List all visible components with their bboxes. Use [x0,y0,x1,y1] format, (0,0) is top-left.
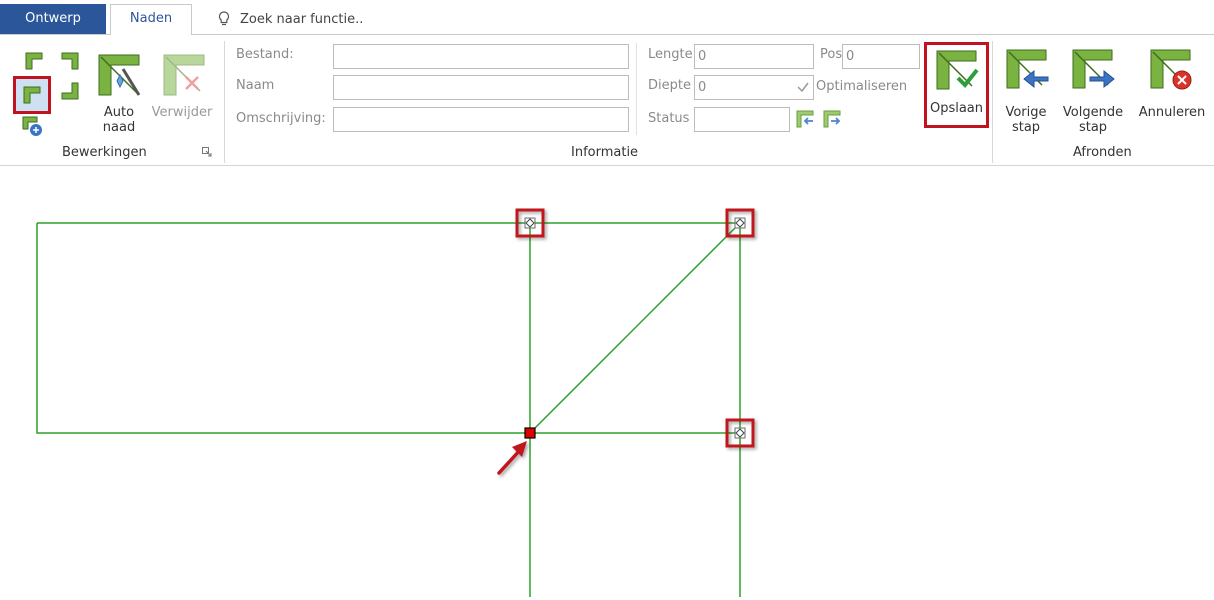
annuleren-label[interactable]: Annuleren [1132,105,1212,120]
seam-line-diagonal [529,222,741,434]
ribbon: Auto naad Verwijder Bewerkingen Bestand:… [0,34,1214,166]
verwijder-label[interactable]: Verwijder [144,105,220,120]
optimaliseren-label: Optimaliseren [816,79,908,94]
search-box[interactable]: Zoek naar functie.. [218,6,363,32]
panel-outline [36,222,741,597]
auto-naad-line1: Auto [103,105,135,120]
lightbulb-icon [218,11,230,26]
search-placeholder: Zoek naar functie.. [240,11,364,27]
auto-seam-icon[interactable] [95,51,143,99]
tab-ontwerp[interactable]: Ontwerp [0,4,106,34]
opslaan-highlight[interactable]: Opslaan [924,42,989,128]
lengte-label: Lengte [648,47,693,62]
ribbon-tabbar: Ontwerp Naden Zoek naar functie.. [0,0,1214,35]
volgende-line2: stap [1078,120,1108,135]
corner-seam-tl-icon[interactable] [24,51,44,71]
diepte-label: Diepte [648,78,691,93]
seam-drawing [36,208,755,597]
lengte-field[interactable]: 0 [694,44,814,69]
tab-naden[interactable]: Naden [110,4,192,35]
positie-field[interactable]: 0 [842,44,920,69]
volgende-stap-label[interactable]: Volgende stap [1057,105,1129,135]
bestand-field[interactable] [333,44,629,69]
corner-seam-bl-icon [23,86,41,104]
omschrijving-field[interactable] [333,107,629,132]
selected-node[interactable] [524,427,536,439]
naam-field[interactable] [333,75,629,100]
status-label: Status [648,111,690,126]
auto-naad-line2: naad [102,120,136,135]
auto-naad-label[interactable]: Auto naad [98,105,140,135]
seam-prev-small-icon[interactable] [795,109,815,129]
naam-label: Naam [236,78,275,93]
group-label-afronden: Afronden [1073,145,1132,160]
dialog-launcher-icon[interactable] [202,147,212,157]
save-seam-icon [936,50,979,90]
bestand-label: Bestand: [236,47,294,62]
vorige-stap-label[interactable]: Vorige stap [1000,105,1052,135]
optimaliseren-checkbox[interactable]: Optimaliseren [796,79,907,94]
volgende-line1: Volgende [1062,105,1124,120]
drawing-canvas[interactable] [0,167,1214,597]
omschrijving-label: Omschrijving: [236,111,326,126]
pointer-arrow-icon [497,441,527,475]
group-separator [224,41,225,163]
group-label-informatie: Informatie [571,145,639,160]
cancel-seam-icon[interactable] [1148,47,1194,91]
status-field[interactable] [694,107,790,132]
group-separator [992,41,993,163]
field-divider [636,43,637,135]
selected-tool-highlight[interactable] [13,76,51,114]
previous-step-icon[interactable] [1004,47,1050,91]
corner-seam-tr-icon[interactable] [60,51,80,71]
seam-line-top-right [37,222,741,597]
seam-next-small-icon[interactable] [822,109,842,129]
delete-seam-icon[interactable] [160,51,208,99]
corner-seam-br-icon[interactable] [60,81,80,101]
vorige-line2: stap [1011,120,1041,135]
opslaan-label: Opslaan [929,101,984,116]
next-step-icon[interactable] [1070,47,1116,91]
seam-connect-icon[interactable] [21,115,45,137]
checkmark-icon [797,82,809,92]
vorige-line1: Vorige [1005,105,1047,120]
group-label-bewerkingen: Bewerkingen [62,145,147,160]
